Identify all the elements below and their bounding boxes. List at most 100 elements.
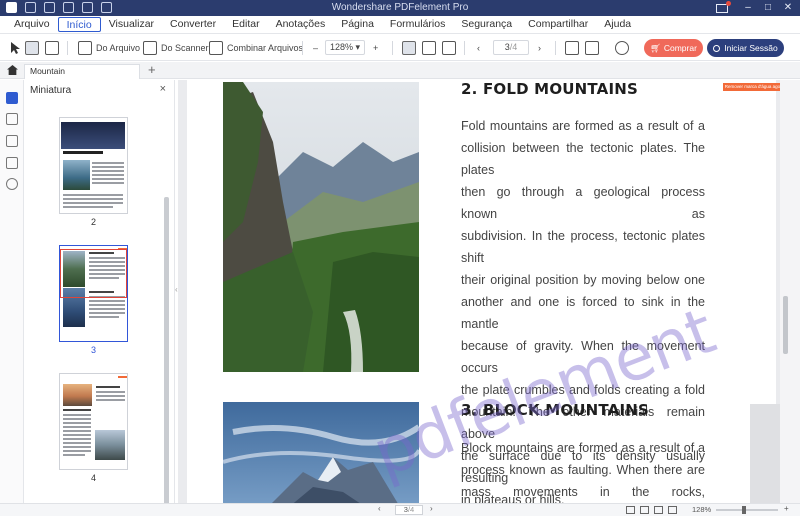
thumbnail-panel: Miniatura × 2 3 4 — [24, 80, 175, 516]
from-scanner-button[interactable]: Do Scanner — [143, 40, 209, 56]
thumbnail-page-4[interactable] — [59, 373, 128, 470]
home-icon[interactable] — [7, 65, 18, 75]
thumbnail-label-4: 4 — [90, 473, 96, 483]
page-total: /4 — [509, 42, 518, 52]
tab-mountain[interactable]: Mountain — [24, 64, 140, 79]
fold-mountains-photo — [223, 82, 419, 372]
comment-icon[interactable] — [6, 135, 18, 147]
status-zoom: 128% — [692, 505, 712, 514]
page-number-field[interactable]: 3/4 — [493, 40, 529, 55]
title-bar: Wondershare PDFelement Pro – □ ✕ — [0, 0, 800, 16]
hand-tool-button[interactable] — [25, 40, 39, 56]
fullscreen-icon[interactable] — [668, 506, 677, 514]
buy-button[interactable]: 🛒︎ Comprar — [644, 39, 703, 57]
remove-watermark-link[interactable]: Remover marca d'água agora — [723, 83, 786, 91]
fit-page-button[interactable] — [402, 40, 416, 56]
menu-editar[interactable]: Editar — [224, 17, 267, 32]
zoom-slider-handle[interactable] — [742, 506, 746, 514]
window-title: Wondershare PDFelement Pro — [331, 2, 469, 13]
zoom-out-button[interactable]: – — [313, 40, 318, 56]
document-scrollbar-track[interactable] — [780, 80, 800, 503]
thumbnail-panel-icon[interactable] — [6, 92, 18, 104]
mail-icon[interactable] — [716, 0, 731, 13]
menu-seguranca[interactable]: Segurança — [453, 17, 520, 32]
buy-label: Comprar — [663, 43, 697, 53]
tab-strip: Mountain + — [0, 62, 800, 79]
edit-tool-button[interactable] — [45, 40, 59, 56]
prev-page-button[interactable]: ‹ — [477, 40, 480, 56]
status-prev-page-icon[interactable]: ‹ — [378, 504, 381, 513]
zoom-select[interactable]: 128% ▾ — [325, 40, 365, 55]
text-line: mass movements in the rocks, displacemen… — [461, 485, 705, 499]
menu-compartilhar[interactable]: Compartilhar — [520, 17, 596, 32]
text-line: Fold mountains are formed as a result of… — [461, 119, 705, 133]
menu-arquivo[interactable]: Arquivo — [6, 17, 58, 32]
minimize-icon[interactable]: – — [740, 1, 756, 15]
combine-icon — [209, 41, 223, 55]
search-icon[interactable] — [6, 178, 18, 190]
panel-title: Miniatura — [30, 85, 72, 96]
rotate-icon — [615, 41, 629, 55]
close-icon[interactable]: ✕ — [780, 1, 796, 15]
menu-inicio[interactable]: Início — [57, 17, 101, 32]
select-tool-button[interactable] — [8, 40, 22, 56]
maximize-icon[interactable]: □ — [760, 1, 776, 15]
combine-files-button[interactable]: Combinar Arquivos — [209, 40, 303, 56]
toolbar: Do Arquivo Do Scanner Combinar Arquivos … — [0, 35, 800, 61]
login-button[interactable]: Iniciar Sessão — [707, 39, 784, 57]
fit-page-icon — [402, 41, 416, 55]
menu-bar: Arquivo Início Visualizar Converter Edit… — [0, 16, 800, 34]
menu-visualizar[interactable]: Visualizar — [101, 17, 162, 32]
status-next-page-icon[interactable]: › — [430, 504, 433, 513]
thumbnail-label-3: 3 — [90, 345, 96, 355]
panel-close-button[interactable]: × — [160, 83, 166, 95]
menu-pagina[interactable]: Página — [333, 17, 382, 32]
thumbnail-label-2: 2 — [90, 217, 96, 227]
from-file-button[interactable]: Do Arquivo — [78, 40, 140, 56]
continuous-view-icon[interactable] — [640, 506, 649, 514]
status-bar: ‹ 3/4 › 128% + — [0, 503, 800, 516]
from-scanner-label: Do Scanner — [161, 43, 209, 53]
login-label: Iniciar Sessão — [724, 43, 778, 53]
menu-converter[interactable]: Converter — [162, 17, 224, 32]
left-rail — [0, 80, 24, 516]
hand-icon — [25, 41, 39, 55]
bookmark-icon[interactable] — [6, 113, 18, 125]
scanner-icon — [143, 41, 157, 55]
edit-icon — [45, 41, 59, 55]
document-view: Remover marca d'água agora 2. FOLD MOUNT… — [178, 80, 800, 503]
panel-scrollbar[interactable] — [164, 197, 169, 516]
add-tab-button[interactable]: + — [148, 62, 156, 77]
document-scrollbar-thumb[interactable] — [783, 296, 788, 354]
from-file-label: Do Arquivo — [96, 43, 141, 53]
status-page-total: /4 — [407, 505, 415, 514]
cursor-icon — [11, 42, 20, 54]
status-page-field[interactable]: 3/4 — [395, 505, 423, 515]
menu-anotacoes[interactable]: Anotações — [268, 17, 334, 32]
user-icon — [713, 44, 721, 52]
snapshot-button[interactable] — [565, 40, 579, 56]
thumbnail-page-2[interactable] — [59, 117, 128, 214]
two-page-view-icon[interactable] — [654, 506, 663, 514]
single-page-view-icon[interactable] — [626, 506, 635, 514]
cart-icon: 🛒︎ — [650, 42, 661, 53]
combine-files-label: Combinar Arquivos — [227, 43, 304, 53]
menu-formularios[interactable]: Formulários — [382, 17, 453, 32]
zoom-value: 128% — [330, 42, 354, 52]
zoom-in-button[interactable]: + — [373, 40, 378, 56]
text-line: then go through a geological process kno… — [461, 185, 705, 221]
view-mode-button[interactable] — [585, 40, 599, 56]
thumbnail-page-3[interactable] — [59, 245, 128, 342]
menu-ajuda[interactable]: Ajuda — [596, 17, 639, 32]
fit-width-button[interactable] — [422, 40, 436, 56]
zoom-slider[interactable] — [716, 509, 778, 511]
actual-size-button[interactable] — [442, 40, 456, 56]
text-line: collision between the tectonic plates. T… — [461, 141, 705, 177]
next-page-button[interactable]: › — [538, 40, 541, 56]
text-line: subdivision. In the process, tectonic pl… — [461, 229, 705, 265]
rotate-button[interactable] — [615, 40, 629, 56]
status-zoom-in-icon[interactable]: + — [784, 504, 789, 513]
view-mode-icon — [585, 41, 599, 55]
text-line: process known as faulting. When there ar… — [461, 463, 705, 477]
attachment-icon[interactable] — [6, 157, 18, 169]
